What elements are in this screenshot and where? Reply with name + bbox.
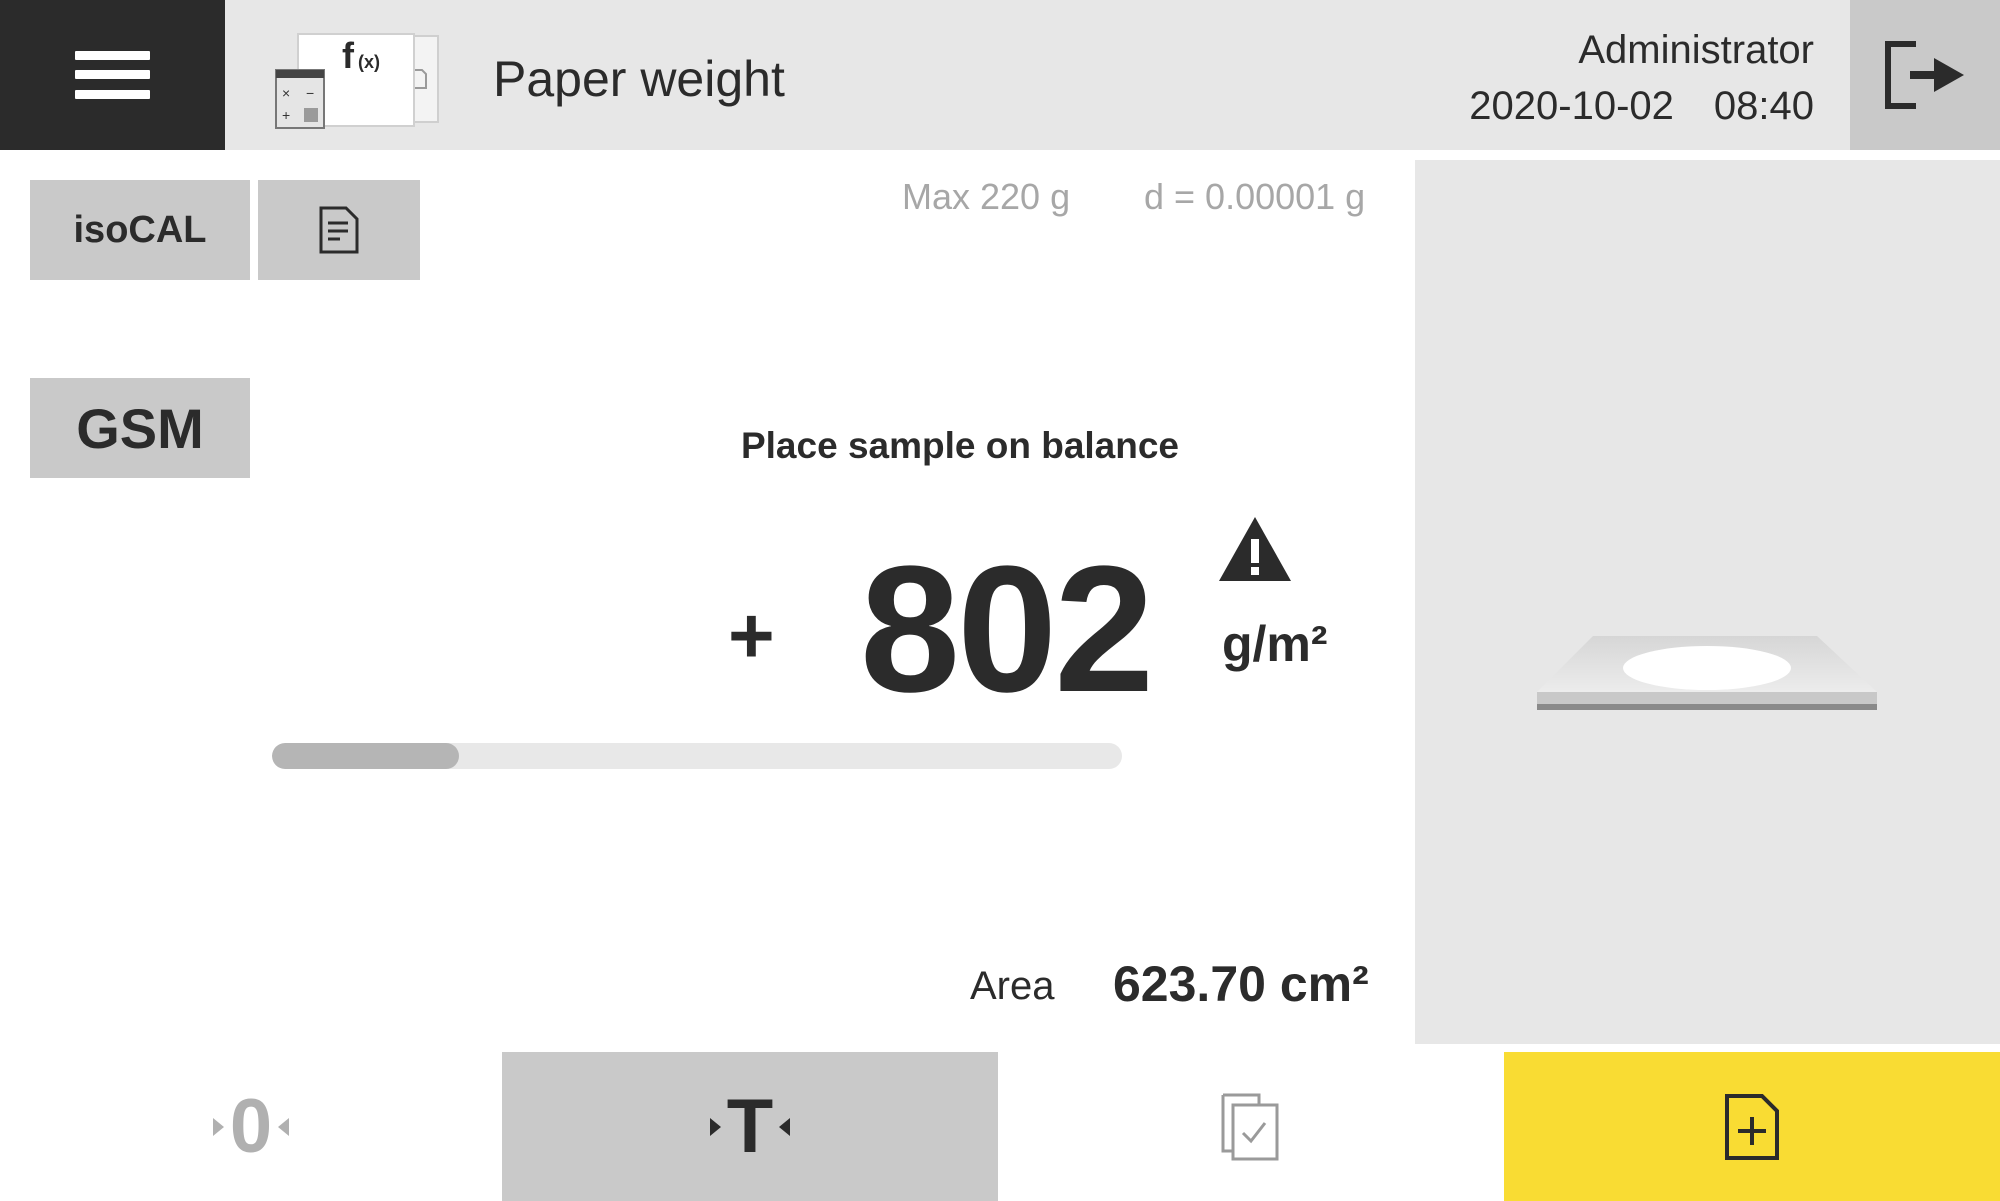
- svg-text:×: ×: [282, 85, 290, 101]
- zero-right-marker-icon: [278, 1117, 290, 1136]
- add-document-icon: [1725, 1093, 1779, 1160]
- user-name: Administrator: [1578, 28, 1814, 72]
- results-button[interactable]: [998, 1052, 1503, 1201]
- add-result-button[interactable]: [1504, 1052, 2000, 1201]
- readability-text: d = 0.00001 g: [1144, 176, 1366, 217]
- zero-button[interactable]: 0: [0, 1052, 502, 1201]
- header-bar: f (x) × − + Paper weight Administrator 2…: [0, 0, 2000, 150]
- balance-pan-image: [1537, 636, 1877, 710]
- date-text: 2020-10-02: [1469, 84, 1674, 128]
- tare-left-marker-icon: [709, 1117, 721, 1136]
- weight-sign: +: [728, 591, 775, 680]
- tare-label: T: [726, 1084, 774, 1169]
- balance-visual-panel: [1415, 160, 2000, 1044]
- gsm-mode-button[interactable]: GSM: [30, 378, 250, 478]
- area-label: Area: [970, 964, 1055, 1008]
- svg-text:f: f: [342, 35, 355, 76]
- warning-icon: [1219, 517, 1291, 581]
- weight-value: 802: [860, 529, 1154, 730]
- menu-button[interactable]: [0, 0, 225, 150]
- logout-button[interactable]: [1850, 0, 2000, 150]
- document-button[interactable]: [258, 180, 420, 280]
- user-session-info: Administrator 2020-10-02 08:40: [1469, 22, 1814, 134]
- isocal-button[interactable]: isoCAL: [30, 180, 250, 280]
- svg-text:(x): (x): [358, 52, 380, 72]
- document-icon: [319, 206, 359, 254]
- tare-button[interactable]: T: [502, 1052, 998, 1201]
- area-value: 623.70 cm²: [1113, 956, 1369, 1012]
- max-capacity-text: Max 220 g: [902, 176, 1071, 217]
- function-calculator-icon: f (x) × − +: [272, 30, 452, 130]
- svg-text:−: −: [306, 85, 314, 101]
- date-time: 2020-10-02 08:40: [1469, 78, 1814, 134]
- stability-progress-fill: [272, 743, 459, 769]
- logout-icon: [1885, 41, 1964, 109]
- svg-text:+: +: [282, 107, 290, 123]
- weight-unit: g/m²: [1222, 616, 1328, 672]
- zero-left-marker-icon: [212, 1117, 224, 1136]
- stability-progress-bar: [272, 743, 1122, 769]
- instruction-text: Place sample on balance: [740, 425, 1180, 466]
- tare-right-marker-icon: [779, 1117, 791, 1136]
- zero-label: 0: [229, 1084, 273, 1169]
- time-text: 08:40: [1713, 84, 1814, 128]
- page-title: Paper weight: [493, 51, 785, 107]
- results-check-icon: [1221, 1093, 1278, 1160]
